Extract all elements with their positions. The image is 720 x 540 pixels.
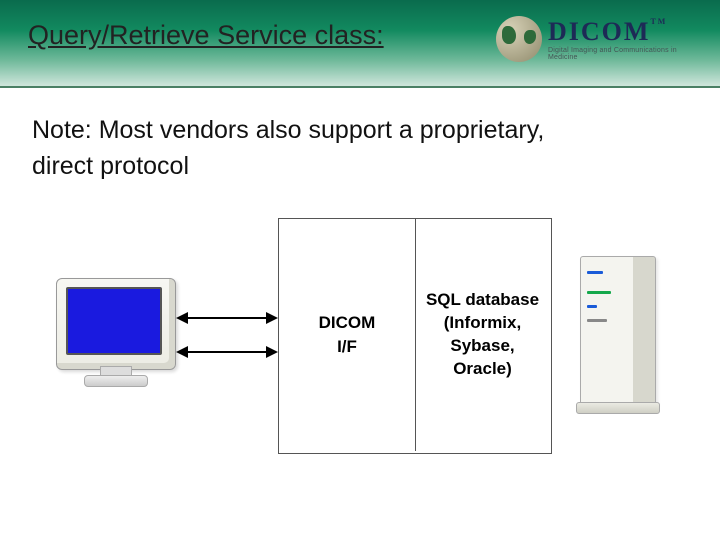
architecture-diagram: DICOM I/F SQL database (Informix, Sybase… — [0, 218, 720, 478]
note-text: Note: Most vendors also support a propri… — [32, 112, 688, 185]
globe-icon — [496, 16, 542, 62]
slide-body: Note: Most vendors also support a propri… — [0, 88, 720, 209]
slide-header: Query/Retrieve Service class: DICOMTM Di… — [0, 0, 720, 88]
logo-tagline: Digital Imaging and Communications in Me… — [548, 47, 706, 61]
workstation-icon — [56, 278, 174, 378]
server-components-box: DICOM I/F SQL database (Informix, Sybase… — [278, 218, 552, 454]
sql-database-box: SQL database (Informix, Sybase, Oracle) — [415, 219, 549, 451]
server-tower-icon — [580, 256, 654, 414]
logo-wordmark: DICOMTM — [548, 17, 706, 47]
slide-title: Query/Retrieve Service class: — [28, 20, 384, 51]
dicom-logo: DICOMTM Digital Imaging and Communicatio… — [496, 12, 706, 66]
dicom-interface-box: DICOM I/F — [279, 219, 415, 451]
